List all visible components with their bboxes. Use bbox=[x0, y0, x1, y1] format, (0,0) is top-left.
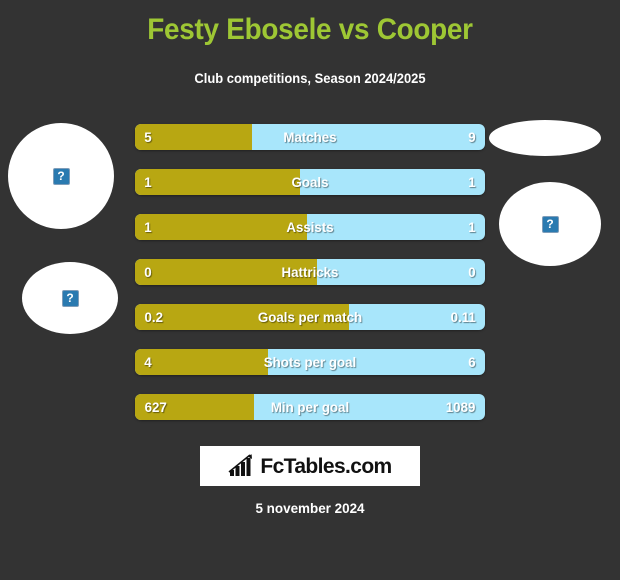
broken-image-icon: ? bbox=[541, 215, 559, 233]
stat-row: 4 Shots per goal 6 bbox=[135, 349, 485, 375]
stat-away-value: 1 bbox=[468, 219, 476, 235]
stat-label: Min per goal bbox=[270, 399, 350, 415]
stat-away-value: 0.11 bbox=[450, 309, 476, 325]
stat-away-value: 0 bbox=[468, 264, 476, 280]
fctables-logo[interactable]: FcTables.com bbox=[200, 446, 420, 486]
footer-date: 5 november 2024 bbox=[255, 500, 365, 516]
page-title: Festy Ebosele vs Cooper bbox=[147, 13, 473, 46]
away-player-photo-secondary: ? bbox=[499, 182, 601, 266]
stat-away-value: 1 bbox=[468, 174, 476, 190]
broken-image-icon: ? bbox=[52, 167, 70, 185]
stat-row: 5 Matches 9 bbox=[135, 124, 485, 150]
stat-row: 1 Goals 1 bbox=[135, 169, 485, 195]
away-player-photo-primary bbox=[489, 120, 601, 156]
stat-row: 627 Min per goal 1089 bbox=[135, 394, 485, 420]
chart-header: Festy Ebosele vs Cooper Club competition… bbox=[0, 0, 620, 88]
stat-label: Goals per match bbox=[257, 309, 363, 325]
stat-away-value: 9 bbox=[468, 129, 476, 145]
bar-chart-arrow-icon bbox=[228, 454, 253, 476]
stat-label: Assists bbox=[286, 219, 334, 235]
fctables-logo-text: FcTables.com bbox=[260, 454, 392, 478]
stat-comparison-list: 5 Matches 9 1 Goals 1 1 Assists 1 0 Hattricks 0 0.2 G… bbox=[135, 124, 485, 439]
stat-row: 0 Hattricks 0 bbox=[135, 259, 485, 285]
stat-away-value: 6 bbox=[468, 354, 476, 370]
stat-label: Hattricks bbox=[281, 264, 339, 280]
broken-image-icon: ? bbox=[61, 289, 79, 307]
stat-row: 1 Assists 1 bbox=[135, 214, 485, 240]
stat-label: Goals bbox=[291, 174, 329, 190]
home-player-photo-secondary: ? bbox=[22, 262, 118, 334]
home-player-photo-primary: ? bbox=[8, 123, 114, 229]
page-subtitle: Club competitions, Season 2024/2025 bbox=[194, 71, 426, 86]
stat-away-value: 1089 bbox=[445, 399, 476, 415]
stat-label: Shots per goal bbox=[263, 354, 357, 370]
stat-row: 0.2 Goals per match 0.11 bbox=[135, 304, 485, 330]
stat-label: Matches bbox=[283, 129, 337, 145]
